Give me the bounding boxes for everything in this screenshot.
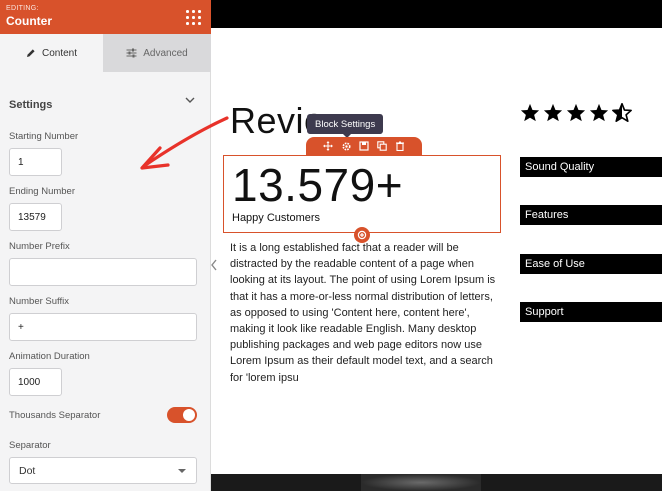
block-settings-tooltip: Block Settings <box>307 114 384 138</box>
panel-title: Counter <box>6 14 52 28</box>
editing-label: EDITING: <box>6 5 39 12</box>
thousands-separator-toggle[interactable] <box>167 407 197 423</box>
settings-section-header[interactable]: Settings <box>9 95 199 111</box>
ending-number-label: Ending Number <box>9 186 76 197</box>
editor-panel: EDITING: Counter Content Advanced Settin… <box>0 0 211 491</box>
number-prefix-input[interactable] <box>9 258 197 286</box>
number-suffix-label: Number Suffix <box>9 296 70 307</box>
feature-bar-ease-of-use: Ease of Use <box>520 254 662 274</box>
star-full-icon <box>520 103 540 122</box>
feature-bar-sound-quality: Sound Quality <box>520 157 662 177</box>
caret-down-icon <box>178 469 186 473</box>
animation-duration-label: Animation Duration <box>9 351 90 362</box>
separator-label: Separator <box>9 440 51 451</box>
page-top-bar <box>211 0 662 28</box>
page-bottom-image-strip <box>211 474 662 491</box>
star-rating <box>520 103 632 122</box>
star-full-icon <box>566 103 586 122</box>
ending-number-input[interactable]: 13579 <box>9 203 62 231</box>
tab-advanced-label: Advanced <box>143 47 188 59</box>
body-paragraph: It is a long established fact that a rea… <box>230 242 496 384</box>
chevron-down-icon[interactable] <box>185 97 195 104</box>
gear-icon[interactable] <box>340 140 352 152</box>
settings-section-title: Settings <box>9 99 53 111</box>
block-toolbar <box>306 137 422 155</box>
animation-duration-input[interactable]: 1000 <box>9 368 62 396</box>
counter-number: 13.579+ <box>232 159 404 211</box>
number-prefix-label: Number Prefix <box>9 241 70 252</box>
pencil-icon <box>26 49 35 57</box>
duplicate-icon[interactable] <box>376 140 388 152</box>
number-suffix-input[interactable]: + <box>9 313 197 341</box>
feature-bar-support: Support <box>520 302 662 322</box>
panel-header: EDITING: Counter <box>0 0 211 34</box>
tab-content[interactable]: Content <box>0 34 103 72</box>
starting-number-input[interactable]: 1 <box>9 148 62 176</box>
trash-icon[interactable] <box>394 140 406 152</box>
star-full-icon <box>543 103 563 122</box>
separator-select[interactable]: Dot <box>9 457 197 484</box>
star-full-icon <box>589 103 609 122</box>
save-icon[interactable] <box>358 140 370 152</box>
separator-selected-value: Dot <box>19 464 36 477</box>
thousands-separator-label: Thousands Separator <box>9 410 101 421</box>
star-half-icon <box>612 103 632 122</box>
sliders-icon <box>126 48 137 58</box>
move-icon[interactable] <box>322 140 334 152</box>
drag-grip-icon[interactable] <box>185 9 201 25</box>
annotation-arrow <box>140 116 229 170</box>
panel-tabs: Content Advanced <box>0 34 211 72</box>
toggle-knob <box>183 409 195 421</box>
tab-content-label: Content <box>41 47 78 59</box>
starting-number-label: Starting Number <box>9 131 79 142</box>
feature-bar-features: Features <box>520 205 662 225</box>
counter-label: Happy Customers <box>232 212 321 224</box>
tab-advanced[interactable]: Advanced <box>103 34 211 72</box>
counter-block[interactable]: 13.579+ Happy Customers <box>223 155 501 233</box>
chevron-left-icon[interactable] <box>209 258 219 272</box>
